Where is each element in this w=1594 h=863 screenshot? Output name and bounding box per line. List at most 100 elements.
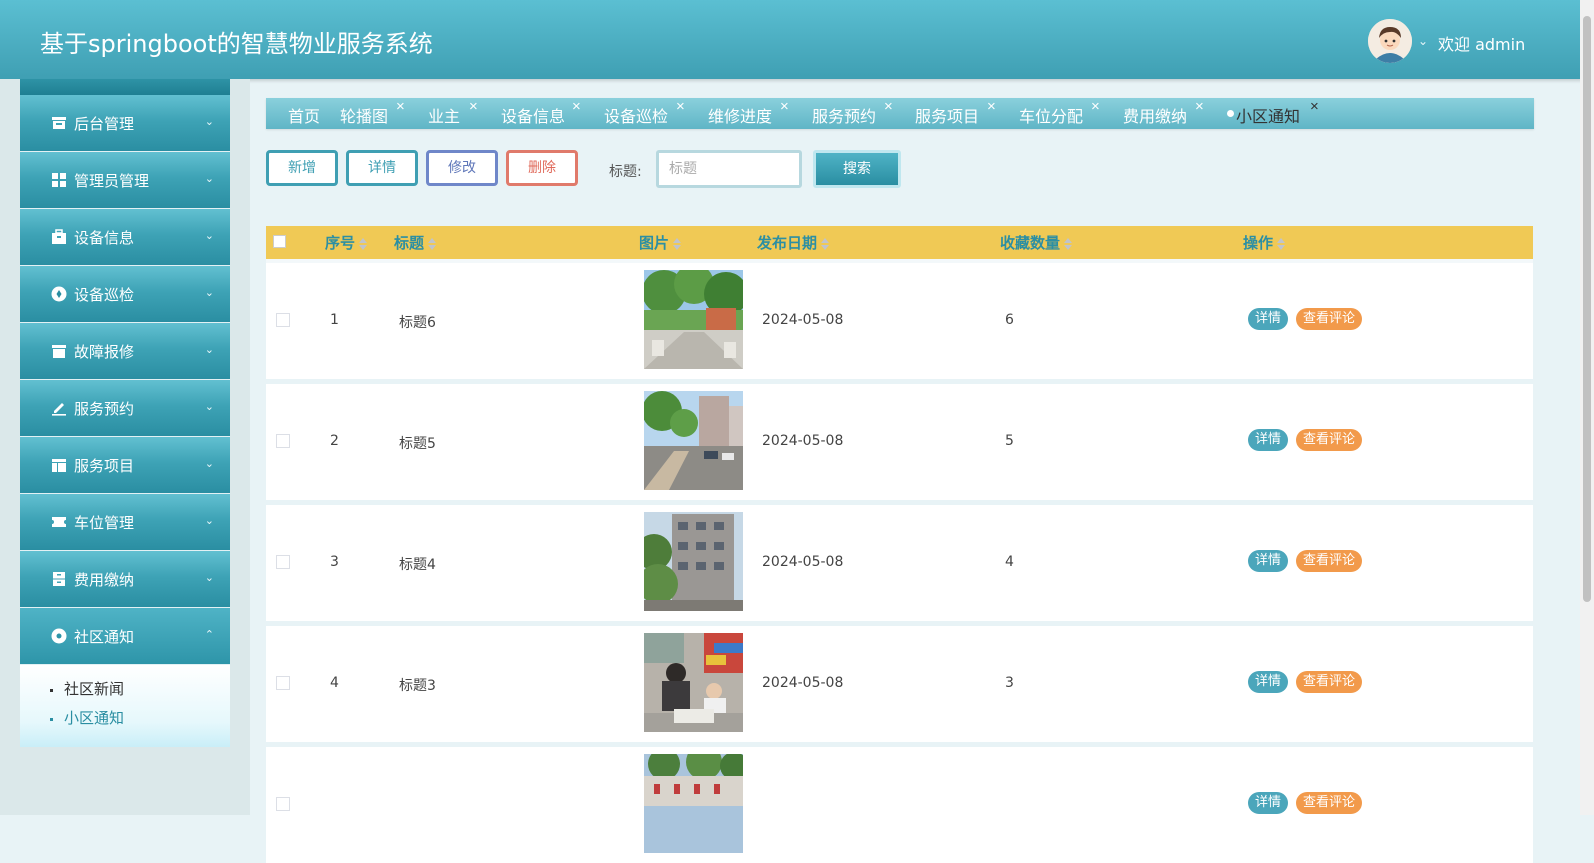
sidebar-item-inspection[interactable]: 设备巡检 ⌄	[20, 266, 230, 323]
close-icon[interactable]: ×	[780, 98, 789, 115]
row-comments-button[interactable]: 查看评论	[1296, 671, 1363, 693]
column-header-index[interactable]: 序号	[325, 232, 368, 253]
sidebar-item-label: 后台管理	[74, 115, 135, 133]
close-icon[interactable]: ×	[1091, 98, 1100, 115]
sidebar-item-notices[interactable]: 社区通知 ⌃	[20, 608, 230, 665]
detail-button[interactable]: 详情	[346, 150, 418, 186]
row-title: 标题5	[399, 436, 436, 452]
row-detail-button[interactable]: 详情	[1248, 671, 1289, 693]
title-search-input[interactable]	[656, 150, 802, 188]
submenu-item-estate-notice[interactable]: 小区通知	[20, 704, 230, 733]
sidebar-item-booking[interactable]: 服务预约 ⌄	[20, 380, 230, 437]
sidebar-item-fees[interactable]: 费用缴纳 ⌄	[20, 551, 230, 608]
scrollbar-thumb[interactable]	[1583, 16, 1591, 602]
row-image[interactable]	[644, 512, 743, 611]
chevron-up-icon: ⌃	[204, 629, 214, 641]
row-image[interactable]	[644, 391, 743, 490]
tab-home[interactable]: 首页	[288, 103, 320, 127]
sort-icon[interactable]	[821, 237, 830, 250]
user-avatar[interactable]	[1368, 19, 1412, 63]
edit-button[interactable]: 修改	[426, 150, 498, 186]
column-header-actions[interactable]: 操作	[1243, 232, 1286, 253]
tab-owners[interactable]: 业主	[428, 103, 460, 127]
sidebar-item-repair[interactable]: 故障报修 ⌄	[20, 323, 230, 380]
column-header-date[interactable]: 发布日期	[757, 232, 830, 253]
close-icon[interactable]: ×	[676, 98, 685, 115]
sidebar-item-services[interactable]: 服务项目 ⌄	[20, 437, 230, 494]
chevron-down-icon: ⌄	[204, 173, 214, 185]
row-checkbox[interactable]	[276, 313, 290, 327]
sidebar-item-parking[interactable]: 车位管理 ⌄	[20, 494, 230, 551]
row-checkbox[interactable]	[276, 434, 290, 448]
column-header-title[interactable]: 标题	[394, 232, 437, 253]
sort-icon[interactable]	[359, 237, 368, 250]
tab-fee-payment[interactable]: 费用缴纳	[1123, 103, 1187, 127]
sort-icon[interactable]	[1277, 237, 1286, 250]
monitor-icon	[52, 117, 66, 129]
select-all-checkbox[interactable]	[273, 235, 286, 248]
row-title: 标题4	[399, 557, 436, 573]
sidebar-item-devices[interactable]: 设备信息 ⌄	[20, 209, 230, 266]
sort-icon[interactable]	[428, 237, 437, 250]
app-title: 基于springboot的智慧物业服务系统	[40, 30, 433, 58]
sidebar-item-admin[interactable]: 管理员管理 ⌄	[20, 152, 230, 209]
sort-icon[interactable]	[1064, 237, 1073, 250]
tab-device-inspection[interactable]: 设备巡检	[604, 103, 668, 127]
tab-parking-allocation[interactable]: 车位分配	[1019, 103, 1083, 127]
search-button[interactable]: 搜索	[813, 150, 901, 188]
submenu-notices: 社区新闻 小区通知	[20, 665, 230, 747]
tab-service-items[interactable]: 服务项目	[915, 103, 979, 127]
submenu-item-community-news[interactable]: 社区新闻	[20, 675, 230, 704]
add-button[interactable]: 新增	[266, 150, 338, 186]
row-comments-button[interactable]: 查看评论	[1296, 792, 1363, 814]
row-date: 2024-05-08	[762, 433, 844, 449]
tab-repair-progress[interactable]: 维修进度	[708, 103, 772, 127]
close-icon[interactable]: ×	[469, 98, 478, 115]
row-checkbox[interactable]	[276, 676, 290, 690]
table-row[interactable]: 4 标题3 2024-05-08 3 详情 查看评论	[266, 621, 1533, 742]
close-icon[interactable]: ×	[572, 98, 581, 115]
row-checkbox[interactable]	[276, 555, 290, 569]
close-icon[interactable]: ×	[987, 98, 996, 115]
close-icon[interactable]: ×	[1310, 98, 1319, 115]
column-header-label: 标题	[394, 234, 425, 252]
row-comments-button[interactable]: 查看评论	[1296, 429, 1363, 451]
row-index: 4	[330, 675, 339, 691]
row-detail-button[interactable]: 详情	[1248, 550, 1289, 572]
delete-button[interactable]: 删除	[506, 150, 578, 186]
column-header-image[interactable]: 图片	[639, 232, 682, 253]
row-image[interactable]	[644, 270, 743, 369]
close-icon[interactable]: ×	[884, 98, 893, 115]
tab-carousel[interactable]: 轮播图	[340, 103, 388, 127]
welcome-text[interactable]: 欢迎 admin	[1438, 31, 1525, 55]
table-row[interactable]: 详情 查看评论	[266, 742, 1533, 863]
sidebar-item-label: 社区通知	[74, 628, 135, 646]
row-image[interactable]	[644, 754, 743, 853]
table-row[interactable]: 2 标题5 2024-05-08 5 详情 查看评论	[266, 379, 1533, 500]
sidebar-item-backend[interactable]: 后台管理 ⌄	[20, 95, 230, 152]
row-detail-button[interactable]: 详情	[1248, 308, 1289, 330]
row-comments-button[interactable]: 查看评论	[1296, 308, 1363, 330]
sort-icon[interactable]	[673, 237, 682, 250]
column-header-label: 发布日期	[757, 234, 818, 252]
row-detail-button[interactable]: 详情	[1248, 429, 1289, 451]
tab-service-booking[interactable]: 服务预约	[812, 103, 876, 127]
table-row[interactable]: 3 标题4 2024-05-08 4 详情 查看评论	[266, 500, 1533, 621]
briefcase-icon	[52, 229, 66, 244]
row-image[interactable]	[644, 633, 743, 732]
row-index: 3	[330, 554, 339, 570]
tab-estate-notice[interactable]: 小区通知	[1236, 103, 1300, 127]
tab-device-info[interactable]: 设备信息	[501, 103, 565, 127]
close-icon[interactable]: ×	[396, 98, 405, 115]
row-date: 2024-05-08	[762, 554, 844, 570]
row-checkbox[interactable]	[276, 797, 290, 811]
row-detail-button[interactable]: 详情	[1248, 792, 1289, 814]
row-comments-button[interactable]: 查看评论	[1296, 550, 1363, 572]
column-header-favorites[interactable]: 收藏数量	[1000, 232, 1073, 253]
row-favorites: 6	[1005, 312, 1014, 328]
page-scrollbar[interactable]	[1580, 0, 1594, 815]
table-row[interactable]: 1 标题6 2024-05-08 6 详情 查看评论	[266, 259, 1533, 379]
close-icon[interactable]: ×	[1195, 98, 1204, 115]
chevron-down-icon[interactable]: ⌄	[1418, 34, 1428, 48]
column-header-label: 图片	[639, 234, 670, 252]
